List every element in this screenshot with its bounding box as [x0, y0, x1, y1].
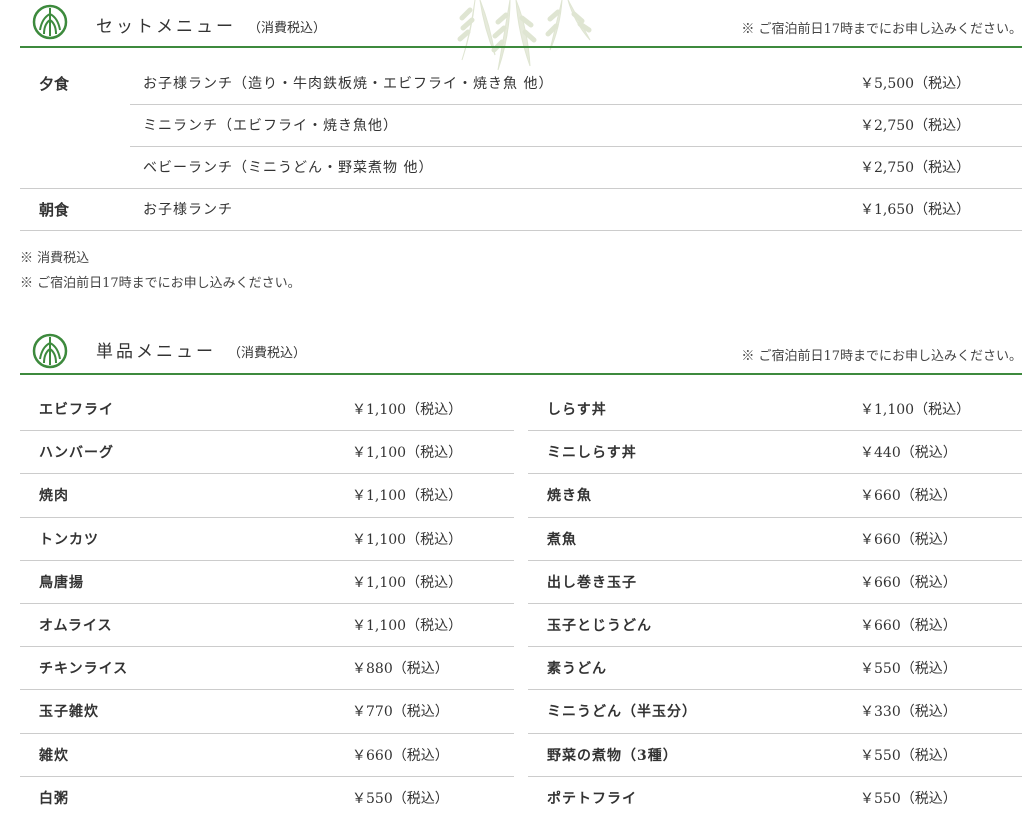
dish-name: 玉子とじうどん — [547, 617, 652, 634]
dish-price: ￥660（税込） — [352, 747, 449, 764]
dish-name: 素うどん — [547, 661, 607, 678]
list-item: 玉子とじうどん ￥660（税込） — [528, 604, 1022, 648]
dish-price: ￥1,100（税込） — [860, 402, 971, 418]
set-menu-subtitle: （消費税込） — [248, 21, 327, 36]
set-menu-header: セットメニュー （消費税込） ※ ご宿泊前日17時までにお申し込みください。 — [20, 0, 1022, 48]
dish-name: 焼き魚 — [547, 488, 592, 505]
dish-price: ￥550（税込） — [860, 790, 957, 807]
dish-name: 玉子雑炊 — [39, 704, 99, 721]
set-item-name: お子様ランチ — [143, 202, 233, 218]
dish-price: ￥660（税込） — [860, 488, 957, 505]
note-tax: ※ 消費税込 — [20, 251, 90, 266]
dish-price: ￥1,100（税込） — [352, 402, 463, 418]
dish-price: ￥660（税込） — [860, 617, 957, 634]
a-la-carte-subtitle: （消費税込） — [228, 346, 307, 361]
dish-price: ￥1,100（税込） — [352, 445, 463, 462]
meal-label: 朝食 — [39, 201, 70, 219]
set-item-name: お子様ランチ（造り・牛肉鉄板焼・エビフライ・焼き魚 他） — [143, 76, 554, 92]
set-menu-row: 朝食 お子様ランチ ￥1,650（税込） — [20, 189, 1022, 231]
dish-price: ￥1,100（税込） — [352, 617, 463, 634]
dish-name: 鳥唐揚 — [39, 574, 84, 591]
dish-price: ￥660（税込） — [860, 574, 957, 591]
list-item: 鳥唐揚 ￥1,100（税込） — [20, 561, 514, 604]
a-la-carte-title: 単品メニュー （消費税込） — [96, 342, 307, 362]
dish-price: ￥1,100（税込） — [352, 574, 463, 591]
dish-price: ￥770（税込） — [352, 704, 449, 721]
list-item: 野菜の煮物（3種） ￥550（税込） — [528, 734, 1022, 777]
set-item-name: ミニランチ（エビフライ・焼き魚他） — [143, 118, 398, 134]
dish-price: ￥1,100（税込） — [352, 488, 463, 505]
dish-name: トンカツ — [39, 531, 99, 548]
a-la-carte-right-list: しらす丼 ￥1,100（税込） ミニしらす丼 ￥440（税込） 焼き魚 ￥660（税込… — [528, 388, 1022, 819]
dish-name: 野菜の煮物（3種） — [547, 747, 678, 764]
note-deadline: ※ ご宿泊前日17時までにお申し込みください。 — [20, 276, 301, 291]
dish-price: ￥660（税込） — [860, 531, 957, 548]
list-item: トンカツ ￥1,100（税込） — [20, 518, 514, 561]
list-item: 焼肉 ￥1,100（税込） — [20, 474, 514, 518]
dish-name: オムライス — [39, 617, 113, 634]
dish-name: 焼肉 — [39, 488, 69, 505]
set-menu-row: ミニランチ（エビフライ・焼き魚他） ￥2,750（税込） — [20, 105, 1022, 147]
dish-price: ￥440（税込） — [860, 445, 957, 462]
dish-name: 雑炊 — [39, 747, 69, 764]
dish-price: ￥330（税込） — [860, 704, 957, 721]
set-menu-table: 夕食 お子様ランチ（造り・牛肉鉄板焼・エビフライ・焼き魚 他） ￥5,500（税… — [20, 63, 1022, 231]
list-item: 煮魚 ￥660（税込） — [528, 518, 1022, 561]
list-item: 素うどん ￥550（税込） — [528, 647, 1022, 691]
list-item: ポテトフライ ￥550（税込） — [528, 777, 1022, 819]
dish-price: ￥550（税込） — [860, 747, 957, 764]
dish-name: ミニうどん（半玉分） — [547, 704, 697, 721]
list-item: オムライス ￥1,100（税込） — [20, 604, 514, 648]
dish-price: ￥880（税込） — [352, 661, 449, 678]
willow-crest-icon — [32, 333, 68, 369]
a-la-carte-header: 単品メニュー （消費税込） ※ ご宿泊前日17時までにお申し込みください。 — [20, 327, 1022, 375]
a-la-carte-deadline-note: ※ ご宿泊前日17時までにお申し込みください。 — [741, 349, 1022, 364]
set-menu-row: 夕食 お子様ランチ（造り・牛肉鉄板焼・エビフライ・焼き魚 他） ￥5,500（税… — [20, 63, 1022, 105]
list-item: ハンバーグ ￥1,100（税込） — [20, 431, 514, 475]
notes: ※ 消費税込 ※ ご宿泊前日17時までにお申し込みください。 — [20, 246, 301, 296]
list-item: 雑炊 ￥660（税込） — [20, 734, 514, 777]
dish-price: ￥1,100（税込） — [352, 531, 463, 548]
dish-name: しらす丼 — [547, 402, 607, 418]
dish-name: 煮魚 — [547, 531, 577, 548]
list-item: 白粥 ￥550（税込） — [20, 777, 514, 819]
a-la-carte-left-list: エビフライ ￥1,100（税込） ハンバーグ ￥1,100（税込） 焼肉 ￥1,100… — [20, 388, 514, 819]
dish-name: ミニしらす丼 — [547, 445, 637, 462]
set-item-price: ￥2,750（税込） — [860, 118, 971, 134]
dish-name: 白粥 — [39, 790, 69, 807]
willow-crest-icon — [32, 4, 68, 40]
list-item: ミニうどん（半玉分） ￥330（税込） — [528, 690, 1022, 734]
set-menu-title: セットメニュー （消費税込） — [96, 17, 327, 37]
row-divider — [20, 230, 1022, 231]
set-item-price: ￥2,750（税込） — [860, 160, 971, 176]
dish-name: チキンライス — [39, 661, 129, 678]
dish-price: ￥550（税込） — [352, 790, 449, 807]
dish-price: ￥550（税込） — [860, 661, 957, 678]
set-menu-row: ベビーランチ（ミニうどん・野菜煮物 他） ￥2,750（税込） — [20, 147, 1022, 189]
meal-label: 夕食 — [39, 75, 70, 93]
list-item: しらす丼 ￥1,100（税込） — [528, 388, 1022, 432]
list-item: 焼き魚 ￥660（税込） — [528, 474, 1022, 518]
list-item: 玉子雑炊 ￥770（税込） — [20, 690, 514, 734]
dish-name: ポテトフライ — [547, 790, 637, 807]
set-item-price: ￥5,500（税込） — [860, 76, 971, 92]
set-item-price: ￥1,650（税込） — [860, 202, 971, 218]
list-item: エビフライ ￥1,100（税込） — [20, 388, 514, 432]
dish-name: 出し巻き玉子 — [547, 574, 637, 591]
set-item-name: ベビーランチ（ミニうどん・野菜煮物 他） — [143, 160, 434, 176]
set-menu-deadline-note: ※ ご宿泊前日17時までにお申し込みください。 — [741, 22, 1022, 37]
list-item: ミニしらす丼 ￥440（税込） — [528, 431, 1022, 475]
dish-name: エビフライ — [39, 402, 114, 418]
list-item: 出し巻き玉子 ￥660（税込） — [528, 561, 1022, 604]
dish-name: ハンバーグ — [39, 445, 114, 462]
list-item: チキンライス ￥880（税込） — [20, 647, 514, 691]
